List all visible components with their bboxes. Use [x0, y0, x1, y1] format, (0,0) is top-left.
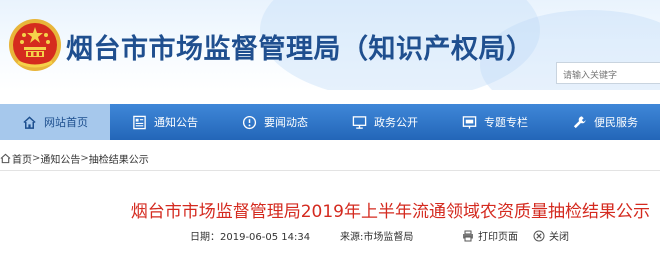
nav-item-label: 专题专栏: [484, 116, 528, 129]
breadcrumb-separator: >: [80, 153, 89, 164]
article-meta: 日期：2019-06-05 14:34 来源:市场监督局 打印页面 关闭: [0, 228, 660, 244]
nav-item-topics[interactable]: 专题专栏: [440, 104, 550, 140]
home-icon: [23, 115, 36, 129]
nav-item-gov-affairs[interactable]: 政务公开: [330, 104, 440, 140]
article-title: 烟台市市场监督管理局2019年上半年流通领域农资质量抽检结果公示: [130, 202, 650, 222]
notice-icon: [133, 115, 146, 129]
print-label: 打印页面: [478, 232, 518, 243]
search-input[interactable]: [557, 66, 659, 86]
print-button[interactable]: 打印页面: [462, 228, 518, 243]
close-button[interactable]: 关闭: [533, 228, 569, 243]
news-icon: [242, 115, 257, 129]
breadcrumb-link-home[interactable]: 首页: [12, 151, 32, 166]
breadcrumb-separator: >: [32, 153, 41, 164]
search-box: [556, 62, 660, 86]
divider: [0, 170, 660, 171]
nav-item-news[interactable]: 要闻动态: [220, 104, 330, 140]
nav-item-label: 通知公告: [154, 116, 198, 129]
date-label: 日期：: [190, 232, 220, 243]
nav-item-label: 政务公开: [374, 116, 418, 129]
wrench-icon: [573, 115, 586, 128]
nav-item-label: 要闻动态: [264, 116, 308, 129]
column-icon: [462, 115, 477, 129]
article-source: 来源:市场监督局: [340, 228, 413, 243]
printer-icon: [463, 230, 473, 241]
breadcrumb: 首页 > 通知公告 > 抽检结果公示: [0, 151, 149, 166]
nav-item-label: 便民服务: [594, 116, 638, 129]
close-label: 关闭: [549, 232, 569, 243]
nav-item-notices[interactable]: 通知公告: [110, 104, 220, 140]
site-header: 烟台市市场监督管理局（知识产权局）: [0, 0, 660, 90]
close-icon: [533, 230, 545, 241]
source-label: 来源:: [340, 232, 364, 243]
site-title: 烟台市市场监督管理局（知识产权局）: [66, 34, 534, 65]
national-emblem-icon: [9, 19, 61, 71]
source-value: 市场监督局: [363, 232, 414, 243]
monitor-icon: [352, 115, 367, 129]
main-nav: 网站首页 通知公告 要闻动态 政务公开 专题专栏 便民服务: [0, 104, 660, 140]
nav-item-label: 网站首页: [44, 116, 88, 129]
home-icon: [0, 153, 11, 164]
breadcrumb-link-notices[interactable]: 通知公告: [40, 151, 80, 166]
date-value: 2019-06-05 14:34: [220, 232, 311, 243]
breadcrumb-current[interactable]: 抽检结果公示: [89, 151, 149, 166]
nav-item-home[interactable]: 网站首页: [0, 104, 110, 140]
article-date: 日期：2019-06-05 14:34: [190, 228, 310, 243]
nav-item-services[interactable]: 便民服务: [550, 104, 660, 140]
